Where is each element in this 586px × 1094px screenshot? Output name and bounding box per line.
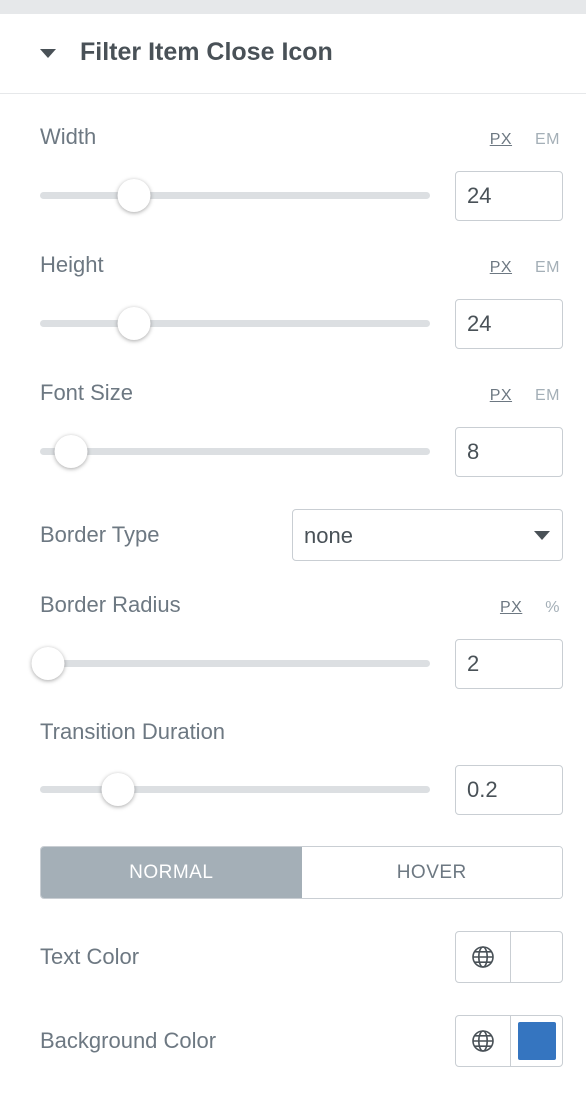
width-unit-em[interactable]: EM [535, 131, 560, 148]
border-radius-units: PX % [482, 599, 560, 617]
background-color-label: Background Color [40, 1028, 217, 1053]
height-input[interactable] [455, 299, 563, 349]
border-radius-slider-track[interactable] [40, 660, 430, 667]
height-label: Height [40, 252, 104, 277]
section-title: Filter Item Close Icon [80, 38, 333, 66]
height-unit-px[interactable]: PX [490, 259, 512, 276]
font-size-unit-px[interactable]: PX [490, 387, 512, 404]
width-units: PX EM [472, 131, 560, 149]
height-slider[interactable] [40, 304, 430, 344]
border-radius-slider[interactable] [31, 644, 430, 684]
panel-top-bar [0, 0, 586, 14]
width-slider-track[interactable] [40, 192, 430, 199]
transition-duration-slider-track[interactable] [40, 786, 430, 793]
height-unit-em[interactable]: EM [535, 259, 560, 276]
font-size-unit-em[interactable]: EM [535, 387, 560, 404]
background-color-global-button[interactable] [456, 1016, 511, 1066]
border-type-select[interactable]: none [292, 509, 563, 561]
text-color-global-button[interactable] [456, 932, 511, 982]
border-radius-unit-percent[interactable]: % [545, 599, 560, 616]
transition-duration-slider[interactable] [40, 770, 430, 810]
text-color-picker[interactable] [511, 932, 562, 982]
border-radius-label: Border Radius [40, 592, 181, 617]
background-color-swatch[interactable] [517, 1022, 556, 1060]
section-header[interactable]: Filter Item Close Icon [0, 14, 586, 94]
height-units: PX EM [472, 259, 560, 277]
font-size-slider-track[interactable] [40, 448, 430, 455]
border-radius-unit-px[interactable]: PX [500, 599, 522, 616]
globe-icon [472, 946, 494, 968]
border-radius-slider-handle[interactable] [31, 647, 65, 680]
text-color-control [455, 931, 563, 983]
transition-duration-input[interactable] [455, 765, 563, 815]
background-color-control [455, 1015, 563, 1067]
height-slider-handle[interactable] [117, 307, 151, 340]
transition-duration-slider-handle[interactable] [101, 773, 135, 806]
caret-down-icon[interactable] [40, 49, 56, 58]
width-input[interactable] [455, 171, 563, 221]
state-tabs: NORMAL HOVER [40, 846, 563, 899]
font-size-label: Font Size [40, 380, 133, 405]
transition-duration-label: Transition Duration [40, 719, 226, 744]
border-radius-input[interactable] [455, 639, 563, 689]
width-slider-handle[interactable] [117, 179, 151, 212]
width-unit-px[interactable]: PX [490, 131, 512, 148]
width-label: Width [40, 124, 97, 149]
border-type-label: Border Type [40, 522, 160, 547]
chevron-down-icon [534, 531, 550, 540]
text-color-label: Text Color [40, 944, 140, 969]
font-size-input[interactable] [455, 427, 563, 477]
height-slider-track[interactable] [40, 320, 430, 327]
globe-icon [472, 1030, 494, 1052]
tab-normal[interactable]: NORMAL [41, 847, 302, 898]
font-size-slider[interactable] [40, 432, 430, 472]
tab-hover[interactable]: HOVER [301, 847, 562, 898]
font-size-slider-handle[interactable] [54, 435, 88, 468]
width-slider[interactable] [40, 176, 430, 216]
background-color-picker[interactable] [511, 1016, 562, 1066]
border-type-value: none [304, 523, 353, 548]
text-color-swatch[interactable] [517, 938, 556, 976]
font-size-units: PX EM [472, 387, 560, 405]
